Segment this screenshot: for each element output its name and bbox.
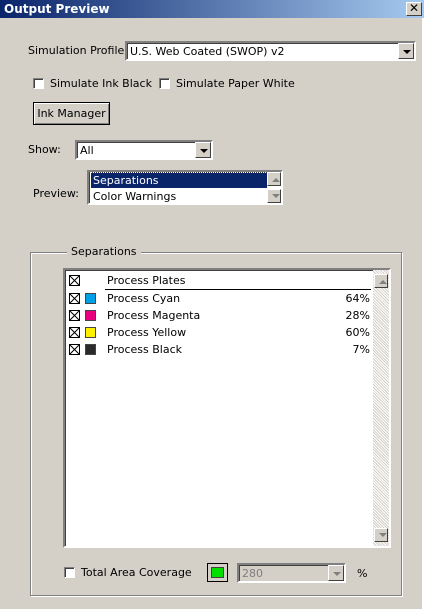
x-checkbox-icon[interactable] xyxy=(69,344,80,355)
dropdown-arrow-icon xyxy=(333,572,341,576)
preview-scroll-up[interactable] xyxy=(267,172,281,186)
simulate-ink-black-checkbox[interactable] xyxy=(33,78,44,89)
coverage-dropdown-button[interactable] xyxy=(328,565,344,581)
title-bar[interactable]: Output Preview ✕ xyxy=(0,0,424,18)
separation-percent: 7% xyxy=(352,343,370,356)
coverage-color-button[interactable] xyxy=(207,563,228,582)
dropdown-arrow-icon xyxy=(403,50,411,54)
preview-item-color-warnings[interactable]: Color Warnings xyxy=(91,189,267,204)
black-swatch xyxy=(85,344,96,355)
close-icon: ✕ xyxy=(408,1,420,15)
total-area-coverage-checkbox[interactable] xyxy=(64,567,75,578)
simulation-profile-value: U.S. Web Coated (SWOP) v2 xyxy=(130,45,285,58)
preview-item-separations[interactable]: Separations xyxy=(90,172,268,189)
scroll-down-icon xyxy=(379,533,387,537)
window-title: Output Preview xyxy=(4,2,110,16)
dropdown-arrow-icon xyxy=(200,149,208,153)
simulate-paper-white-checkbox[interactable] xyxy=(159,78,170,89)
coverage-color-swatch xyxy=(211,567,224,578)
show-label: Show: xyxy=(28,143,61,156)
separation-name: Process Black xyxy=(107,343,182,356)
separation-percent: 60% xyxy=(345,326,370,339)
x-checkbox-icon[interactable] xyxy=(69,327,80,338)
scroll-up-icon xyxy=(379,280,387,284)
separation-name: Process Yellow xyxy=(107,326,187,339)
show-dropdown-button[interactable] xyxy=(195,142,211,158)
separations-list[interactable]: Process Plates Process Cyan 64% Process … xyxy=(63,268,391,548)
show-dropdown[interactable]: All xyxy=(75,140,213,160)
simulation-profile-dropdown[interactable]: U.S. Web Coated (SWOP) v2 xyxy=(125,41,416,61)
separation-name: Process Plates xyxy=(107,274,186,287)
preview-listbox[interactable]: Separations Color Warnings xyxy=(87,170,283,205)
simulate-ink-black-label: Simulate Ink Black xyxy=(50,77,152,90)
separations-group-title: Separations xyxy=(67,245,141,258)
separations-scroll-up[interactable] xyxy=(374,274,388,288)
close-button[interactable]: ✕ xyxy=(406,2,422,16)
header-divider xyxy=(105,289,371,290)
separation-name: Process Magenta xyxy=(107,309,201,322)
cyan-swatch xyxy=(85,293,96,304)
coverage-unit: % xyxy=(357,567,368,580)
separation-name: Process Cyan xyxy=(107,292,181,305)
preview-label: Preview: xyxy=(33,187,79,200)
separations-scrollbar[interactable] xyxy=(373,270,389,546)
x-checkbox-icon[interactable] xyxy=(69,275,80,286)
scroll-down-icon xyxy=(272,194,280,198)
output-preview-panel: Output Preview ✕ Simulation Profile: U.S… xyxy=(0,0,424,609)
preview-scroll-down[interactable] xyxy=(267,189,281,203)
x-checkbox-icon[interactable] xyxy=(69,310,80,321)
scroll-up-icon xyxy=(272,178,280,182)
separation-percent: 64% xyxy=(345,292,370,305)
ink-manager-button[interactable]: Ink Manager xyxy=(33,102,110,125)
simulation-profile-dropdown-button[interactable] xyxy=(398,43,414,59)
coverage-value-dropdown[interactable]: 280 xyxy=(237,563,346,583)
yellow-swatch xyxy=(85,327,96,338)
total-area-coverage-label: Total Area Coverage xyxy=(81,566,192,579)
separations-scroll-down[interactable] xyxy=(374,528,388,542)
x-checkbox-icon[interactable] xyxy=(69,293,80,304)
simulate-paper-white-label: Simulate Paper White xyxy=(176,77,295,90)
magenta-swatch xyxy=(85,310,96,321)
coverage-value: 280 xyxy=(242,567,263,580)
show-value: All xyxy=(80,144,94,157)
separation-percent: 28% xyxy=(345,309,370,322)
simulation-profile-label: Simulation Profile: xyxy=(28,44,128,57)
